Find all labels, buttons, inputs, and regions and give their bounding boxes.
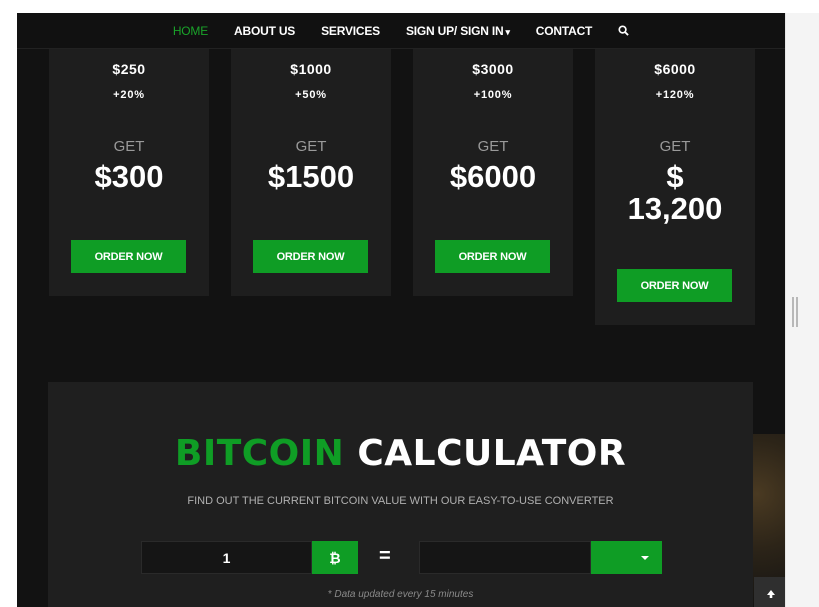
order-now-button[interactable]: ORDER NOW: [71, 240, 186, 273]
plan-get-label: GET: [659, 138, 691, 155]
nav-sign-up-label: SIGN UP/ SIGN IN: [405, 23, 504, 38]
calculator-title: BITCOIN CALCULATOR: [48, 433, 753, 474]
nav-contact[interactable]: CONTACT: [536, 24, 593, 38]
plan-amount-value: 13,200: [627, 191, 723, 226]
page-viewport: HOME ABOUT US SERVICES SIGN UP/ SIGN IN ▾…: [17, 13, 785, 607]
nav-about-us[interactable]: ABOUT US: [234, 24, 295, 38]
order-now-button[interactable]: ORDER NOW: [435, 240, 550, 273]
resize-handle[interactable]: [792, 297, 800, 327]
plan-return-amount: $6000: [449, 159, 537, 194]
equals-sign: =: [379, 545, 391, 567]
chevron-down-icon: ▾: [505, 26, 510, 37]
plan-percent: +100%: [473, 89, 513, 101]
plan-card-2: $1000 +50% GET $1500 ORDER NOW: [231, 49, 391, 296]
btc-amount-input[interactable]: [141, 541, 312, 574]
plan-percent: +50%: [295, 89, 327, 101]
bitcoin-icon[interactable]: ₿: [312, 541, 358, 574]
nav-services[interactable]: SERVICES: [321, 24, 380, 38]
arrow-up-icon: [766, 589, 775, 598]
caret-down-icon: [641, 555, 649, 560]
plan-percent: +120%: [655, 89, 695, 101]
calculator-title-bitcoin: BITCOIN: [174, 433, 345, 474]
nav-sign-up-sign-in[interactable]: SIGN UP/ SIGN IN ▾: [406, 24, 510, 38]
nav-home[interactable]: HOME: [173, 24, 208, 38]
scroll-to-top-button[interactable]: [754, 577, 785, 607]
plan-card-1: $250 +20% GET $300 ORDER NOW: [49, 49, 209, 296]
order-now-button[interactable]: ORDER NOW: [617, 269, 732, 302]
calculator-subtitle: FIND OUT THE CURRENT BITCOIN VALUE WITH …: [187, 495, 614, 507]
plan-return-amount: $1500: [267, 159, 355, 194]
plan-percent: +20%: [113, 89, 145, 101]
plan-get-label: GET: [477, 138, 509, 155]
search-icon[interactable]: [618, 25, 629, 36]
plan-return-amount: $300: [94, 159, 164, 194]
plan-return-amount: $ 13,200: [595, 161, 755, 225]
calculator-title-calculator: CALCULATOR: [357, 433, 627, 474]
plan-get-label: GET: [113, 138, 145, 155]
converted-value-field[interactable]: [419, 541, 591, 574]
bitcoin-calculator: BITCOIN CALCULATOR FIND OUT THE CURRENT …: [48, 382, 753, 607]
plan-get-label: GET: [295, 138, 327, 155]
plan-card-4: $6000 +120% GET $ 13,200 ORDER NOW: [595, 49, 755, 325]
right-side-panel: [785, 13, 819, 607]
plan-deposit: $3000: [472, 61, 514, 77]
plan-amount-currency: $: [666, 159, 684, 194]
plan-card-3: $3000 +100% GET $6000 ORDER NOW: [413, 49, 573, 296]
order-now-button[interactable]: ORDER NOW: [253, 240, 368, 273]
window-top-margin: [0, 0, 819, 13]
main-navbar: HOME ABOUT US SERVICES SIGN UP/ SIGN IN ▾…: [17, 13, 785, 49]
data-update-note: * Data updated every 15 minutes: [327, 589, 474, 600]
plan-deposit: $250: [112, 61, 146, 77]
window-left-margin: [0, 0, 17, 607]
plan-deposit: $1000: [290, 61, 332, 77]
currency-select[interactable]: [591, 541, 662, 574]
plan-deposit: $6000: [654, 61, 696, 77]
